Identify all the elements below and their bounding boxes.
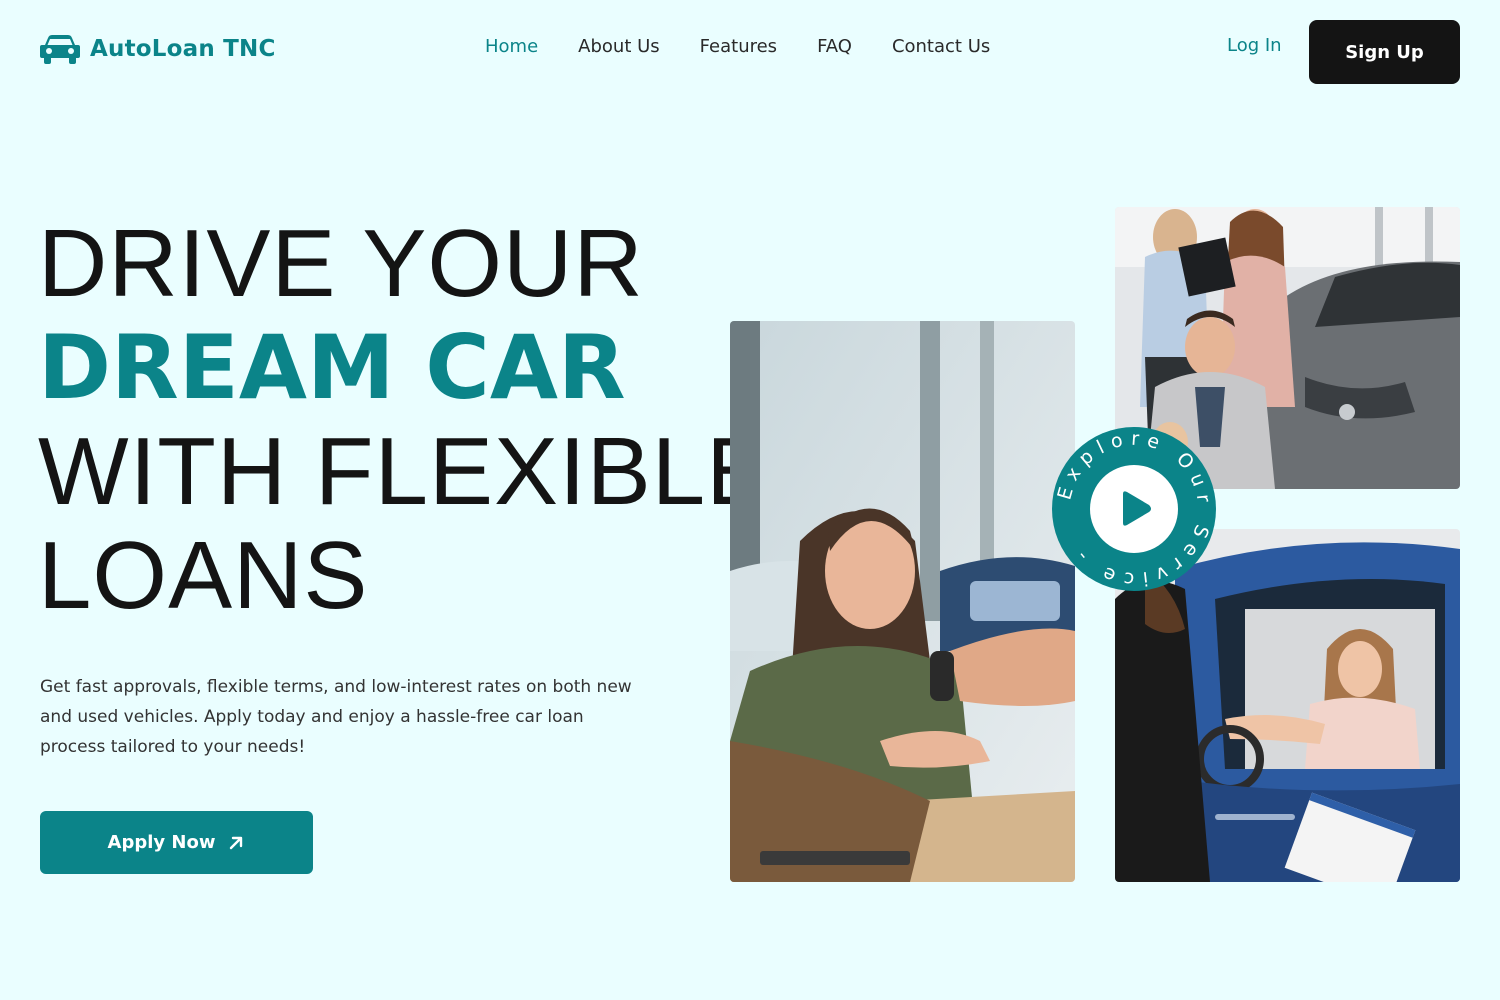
brand-logo[interactable]: AutoLoan TNC [40, 34, 276, 64]
page: AutoLoan TNC Home About Us Features FAQ … [0, 0, 1500, 1000]
photo-car-keys-handover [730, 321, 1075, 882]
headline-accent: DREAM CAR [38, 316, 626, 419]
explore-service-badge[interactable]: Explore Our Service - Explore Our Servic… [1051, 426, 1217, 592]
nav-features[interactable]: Features [700, 36, 777, 57]
brand-name: AutoLoan TNC [90, 36, 276, 62]
headline-line-4: LOANS [38, 522, 369, 629]
signup-button[interactable]: Sign Up [1309, 20, 1460, 84]
explore-circle-graphic: Explore Our Service - [1052, 427, 1216, 591]
hero-headline: DRIVE YOUR DREAM CAR WITH FLEXIBLE LOANS [38, 212, 771, 628]
arrow-up-right-icon [230, 836, 243, 849]
hero-description: Get fast approvals, flexible terms, and … [40, 677, 632, 757]
main-nav: Home About Us Features FAQ Contact Us [485, 36, 990, 57]
nav-about-us[interactable]: About Us [578, 36, 660, 57]
login-link[interactable]: Log In [1227, 35, 1282, 56]
headline-line-3: WITH FLEXIBLE [38, 418, 772, 525]
nav-home[interactable]: Home [485, 36, 538, 57]
nav-faq[interactable]: FAQ [817, 36, 852, 57]
apply-now-label: Apply Now [107, 832, 216, 853]
headline-line-1: DRIVE YOUR [38, 210, 644, 317]
apply-now-button[interactable]: Apply Now [40, 811, 313, 874]
car-icon [40, 35, 80, 64]
nav-contact-us[interactable]: Contact Us [892, 36, 990, 57]
